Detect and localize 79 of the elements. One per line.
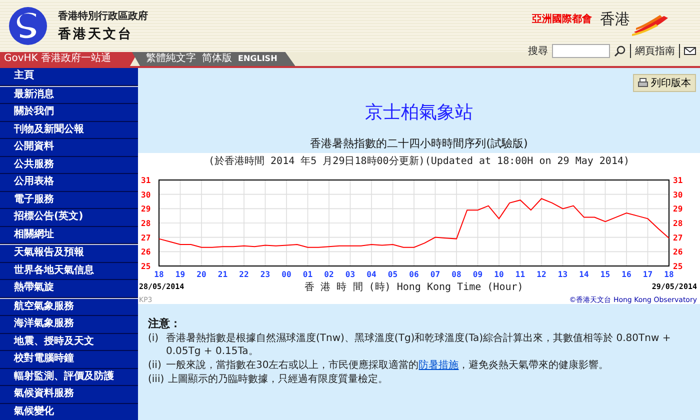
x-tick-label: 18	[154, 270, 164, 279]
print-button[interactable]: 列印版本	[633, 74, 696, 92]
mail-icon[interactable]	[684, 45, 696, 57]
dragon-drawing	[630, 12, 670, 36]
search-icon[interactable]	[614, 45, 626, 57]
government-name: 香港特別行政區政府	[58, 9, 148, 23]
x-tick-label: 02	[324, 270, 334, 279]
sidebar-item[interactable]: 最新消息	[0, 86, 138, 104]
language-link[interactable]: 繁體純文字	[146, 52, 196, 66]
x-tick-label: 19	[175, 270, 186, 279]
x-tick-label: 08	[452, 270, 462, 279]
y-tick-label: 29	[141, 204, 151, 214]
x-tick-label: 18	[664, 270, 674, 279]
sidebar-item[interactable]: 海洋氣象服務	[0, 316, 138, 334]
notes-heading: 注意：	[148, 316, 182, 331]
x-tick-label: 20	[196, 270, 206, 279]
note-marker: (i)	[148, 332, 160, 346]
search-label: 搜尋	[528, 44, 548, 58]
y-tick-label: 25	[673, 262, 683, 271]
x-tick-label: 16	[622, 270, 632, 279]
note-text: 上圖顯示的乃臨時數據，只經過有限度質量檢定。	[168, 373, 388, 386]
x-axis-title: 香 港 時 間 (時) Hong Kong Time (Hour)	[304, 282, 524, 293]
x-tick-label: 03	[345, 270, 356, 279]
sidebar-item[interactable]: 刊物及新聞公報	[0, 122, 138, 139]
y-tick-label: 26	[673, 248, 683, 257]
y-tick-label: 30	[141, 190, 151, 200]
chart-subtitle: 香港暑熱指數的二十四小時時間序列(試驗版)	[310, 136, 528, 151]
x-tick-label: 09	[472, 270, 483, 279]
x-tick-label: 22	[239, 270, 249, 279]
y-tick-label: 31	[141, 176, 151, 185]
note-marker: (iii)	[148, 373, 164, 386]
sidebar-item[interactable]: 主頁	[0, 68, 138, 86]
sidebar-item[interactable]: 關於我們	[0, 104, 138, 122]
sidebar-item[interactable]: 地震、授時及天文	[0, 334, 138, 351]
y-tick-label: 29	[673, 204, 683, 214]
search-field[interactable]	[552, 44, 610, 58]
y-tick-label: 27	[673, 233, 683, 242]
x-tick-label: 13	[558, 270, 568, 279]
y-tick-label: 30	[673, 190, 683, 200]
sidebar-item[interactable]: 公開資料	[0, 139, 138, 156]
x-tick-label: 06	[409, 270, 419, 279]
site-guide-link[interactable]: 網頁指南	[630, 44, 680, 58]
station-title: 京士柏氣象站	[365, 101, 473, 124]
sidebar-item[interactable]: 輻射監測、評價及防護	[0, 368, 138, 386]
observatory-name: 香港天文台	[58, 26, 134, 43]
note-text: 一般來說，當指數在30左右或以上，市民便應採取適當的防暑措施，避免炎熱天氣帶來的健康影響。	[166, 359, 609, 372]
brand-text: 香港	[600, 10, 630, 28]
language-link[interactable]: ENGLISH	[238, 52, 278, 66]
x-tick-label: 14	[579, 270, 589, 279]
y-tick-label: 27	[141, 233, 151, 242]
x-tick-label: 11	[515, 270, 526, 279]
sidebar-item[interactable]: 氣候資料服務	[0, 386, 138, 404]
sidebar-item[interactable]: 校對電腦時鐘	[0, 351, 138, 368]
x-tick-label: 21	[218, 270, 228, 279]
heat-prevention-link[interactable]: 防暑措施	[418, 360, 459, 371]
slogan-text: 亞洲國際都會	[532, 12, 592, 26]
x-tick-label: 15	[600, 270, 610, 279]
y-tick-label: 28	[141, 219, 151, 228]
x-tick-label: 01	[302, 270, 313, 279]
note-marker: (ii)	[148, 359, 162, 372]
sidebar-item[interactable]: 氣候變化	[0, 404, 138, 420]
x-tick-label: 23	[260, 270, 270, 279]
note-text: 香港暑熱指數是根據自然濕球溫度(Tnw)、黑球溫度(Tg)和乾球溫度(Ta)綜合計算出來，其數值相等於 0.80Tnw + 0.05Tg + 0.15Ta。	[166, 332, 672, 358]
x-tick-label: 17	[642, 270, 653, 279]
x-tick-label: 12	[536, 270, 546, 279]
sidebar-item[interactable]: 航空氣象服務	[0, 298, 138, 316]
observatory-logo	[8, 6, 48, 46]
y-tick-label: 28	[673, 219, 683, 228]
x-tick-label: 04	[366, 270, 376, 279]
x-tick-label: 00	[282, 270, 292, 279]
y-tick-label: 31	[673, 176, 683, 185]
x-tick-label: 10	[494, 270, 504, 279]
x-tick-label: 07	[430, 270, 440, 279]
y-tick-label: 25	[141, 262, 151, 271]
printer-icon	[638, 78, 648, 88]
language-link[interactable]: 简体版	[202, 52, 232, 66]
x-tick-label: 05	[388, 270, 398, 279]
y-tick-label: 26	[141, 248, 151, 257]
update-time: (於香港時間 2014 年5 月29日18時00分更新)(Updated at 18:00H on 29 May 2014)	[208, 154, 630, 168]
